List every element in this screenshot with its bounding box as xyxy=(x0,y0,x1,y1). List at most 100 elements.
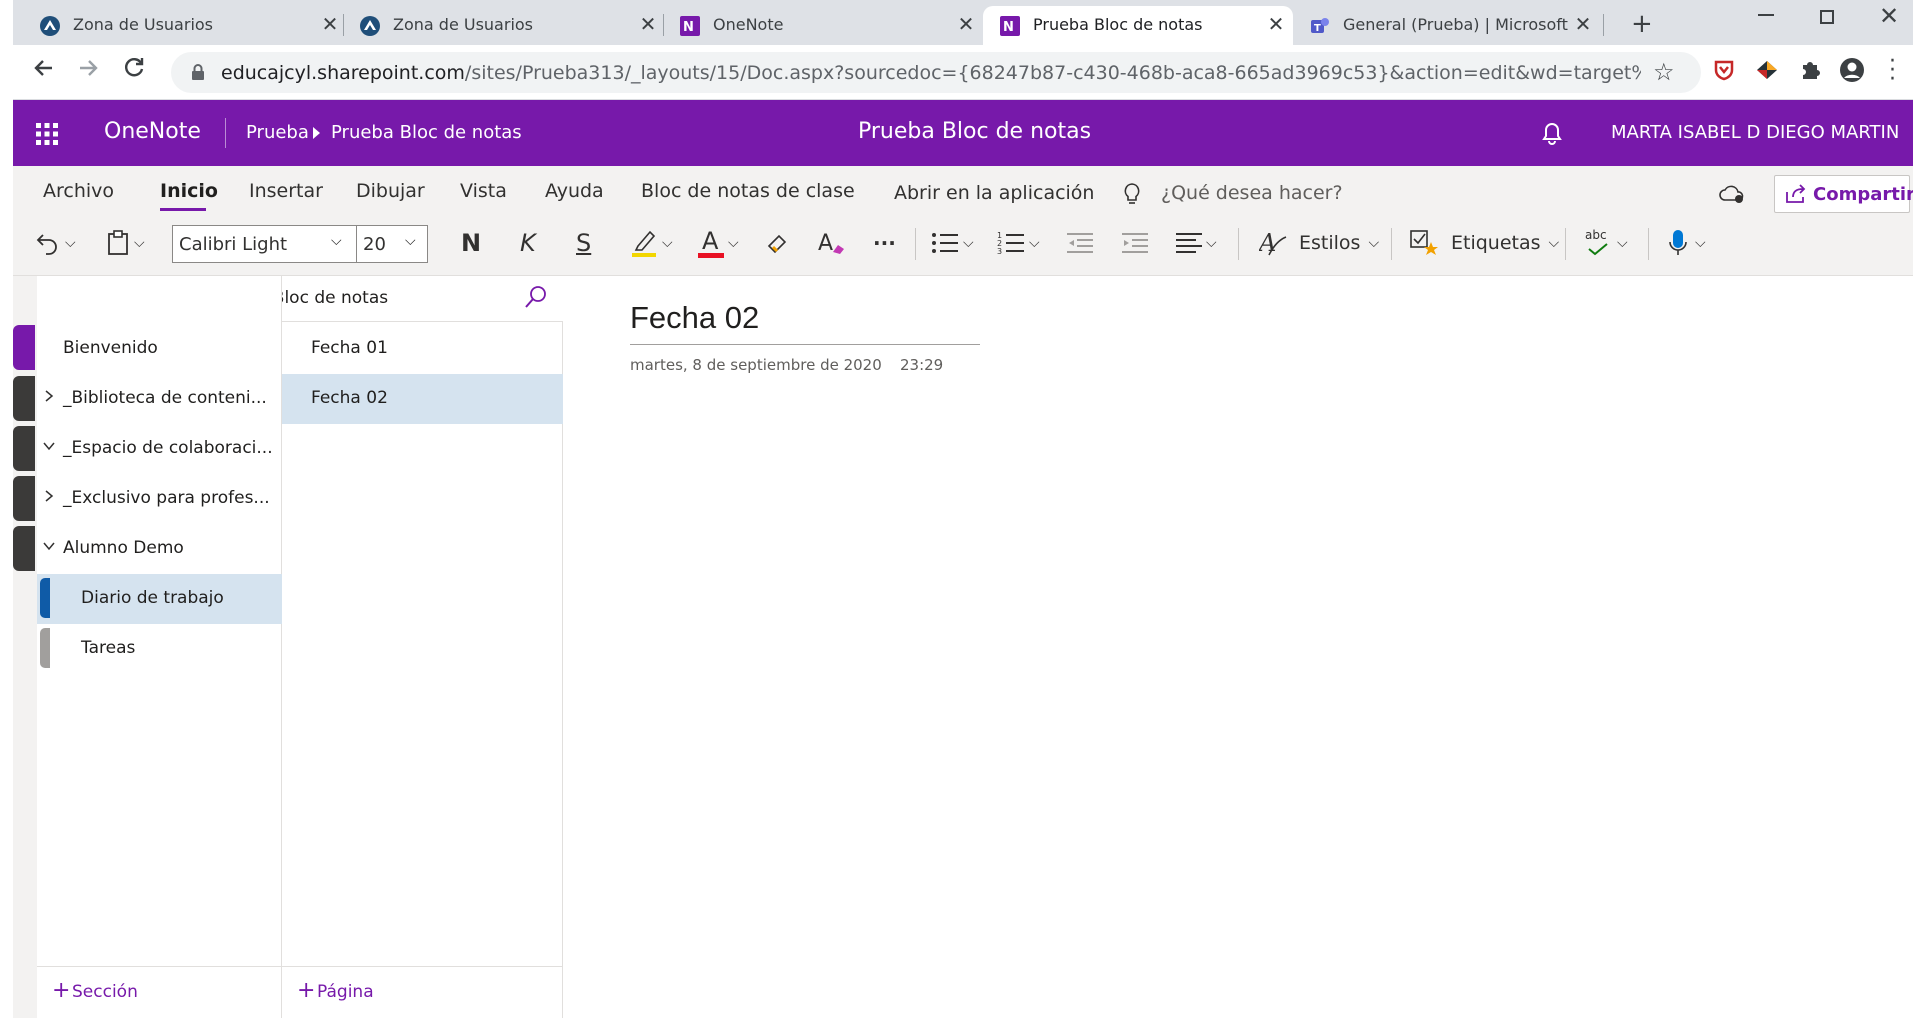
add-page-label: Página xyxy=(317,982,374,1002)
notebook-tab[interactable] xyxy=(13,476,35,521)
tab-insertar[interactable]: Insertar xyxy=(249,180,323,202)
breadcrumb-current[interactable]: Prueba Bloc de notas xyxy=(331,122,522,143)
bullet-list-button[interactable]: ⌵ xyxy=(931,222,974,264)
font-color-swatch xyxy=(698,253,724,258)
dictate-button[interactable]: ⌵ xyxy=(1667,222,1706,264)
browser-tab[interactable]: Zona de Usuarios ✕ xyxy=(343,6,663,45)
page-title[interactable]: Fecha 02 xyxy=(630,300,759,336)
breadcrumb-root[interactable]: Prueba xyxy=(246,122,309,143)
url-text[interactable]: educajcyl.sharepoint.com/sites/Prueba313… xyxy=(221,62,1641,84)
close-icon[interactable]: ✕ xyxy=(1266,14,1286,34)
more-options-button[interactable]: ··· xyxy=(873,222,896,264)
minimize-icon[interactable] xyxy=(1758,14,1774,16)
section-item-tareas[interactable]: Tareas xyxy=(37,624,282,674)
browser-tab[interactable]: Zona de Usuarios ✕ xyxy=(23,6,343,45)
increase-indent-icon[interactable] xyxy=(1122,222,1148,264)
close-icon[interactable]: ✕ xyxy=(1573,14,1593,34)
spelling-button[interactable]: abc ⌵ xyxy=(1585,222,1628,264)
close-icon[interactable]: ✕ xyxy=(320,14,340,34)
chevron-down-icon[interactable] xyxy=(42,439,56,453)
decrease-indent-icon[interactable] xyxy=(1067,222,1093,264)
chevron-down-icon: ⌵ xyxy=(65,235,76,251)
extensions-puzzle-icon[interactable] xyxy=(1799,59,1821,81)
notifications-bell-icon[interactable] xyxy=(1540,120,1564,146)
section-label: _Espacio de colaboraci... xyxy=(63,438,273,458)
close-icon[interactable]: ✕ xyxy=(956,14,976,34)
strikethrough-button[interactable]: S xyxy=(576,222,591,264)
app-launcher-icon[interactable] xyxy=(35,122,59,146)
spelling-label: abc xyxy=(1585,228,1607,242)
omnibox[interactable]: educajcyl.sharepoint.com/sites/Prueba313… xyxy=(171,52,1701,93)
clear-formatting-icon[interactable]: A xyxy=(818,222,846,264)
new-tab-icon[interactable]: + xyxy=(1631,9,1653,39)
toolbar-divider xyxy=(1238,228,1239,260)
format-painter-icon[interactable] xyxy=(765,222,791,264)
tags-button[interactable]: Etiquetas ⌵ xyxy=(1409,222,1559,264)
notebook-tab[interactable] xyxy=(13,526,35,571)
app-header: OneNote Prueba Prueba Bloc de notas Prue… xyxy=(13,100,1913,166)
tab-inicio[interactable]: Inicio xyxy=(160,180,218,202)
star-icon[interactable]: ☆ xyxy=(1653,58,1675,86)
browser-tab[interactable]: T General (Prueba) | Microsoft Te ✕ xyxy=(1293,6,1593,45)
section-group-exclusivo[interactable]: _Exclusivo para profes... xyxy=(37,474,282,524)
font-name-select[interactable]: Calibri Light ⌵ xyxy=(172,225,357,263)
tab-dibujar[interactable]: Dibujar xyxy=(356,180,425,202)
section-item-bienvenido[interactable]: Bienvenido xyxy=(37,324,282,374)
breadcrumb-arrow-icon xyxy=(313,127,320,139)
chevron-right-icon[interactable] xyxy=(42,489,56,503)
section-group-espacio[interactable]: _Espacio de colaboraci... xyxy=(37,424,282,474)
page-item-selected[interactable]: Fecha 02 xyxy=(282,374,563,424)
tab-vista[interactable]: Vista xyxy=(460,180,507,202)
notebook-color-strip xyxy=(13,276,37,1018)
url-domain: educajcyl.sharepoint.com xyxy=(221,62,465,84)
font-color-button[interactable]: A ⌵ xyxy=(698,222,739,264)
highlight-button[interactable]: ⌵ xyxy=(630,222,673,264)
lock-icon[interactable] xyxy=(191,64,205,81)
toolbar-divider xyxy=(915,228,916,260)
close-icon[interactable]: ✕ xyxy=(638,14,658,34)
italic-button[interactable]: K xyxy=(520,222,536,264)
section-label: _Biblioteca de conteni... xyxy=(63,388,267,408)
user-name[interactable]: MARTA ISABEL D DIEGO MARTIN xyxy=(1611,122,1899,143)
tab-bloc-de-notas-de-clase[interactable]: Bloc de notas de clase xyxy=(641,180,855,202)
bold-button[interactable]: N xyxy=(461,222,481,264)
window-close-icon[interactable]: ✕ xyxy=(1879,2,1899,30)
notebook-tab[interactable] xyxy=(13,376,35,421)
section-item-diario[interactable]: Diario de trabajo xyxy=(37,574,282,624)
chevron-down-icon[interactable] xyxy=(42,539,56,553)
reload-icon[interactable] xyxy=(121,55,147,81)
notebook-tab-active[interactable] xyxy=(13,325,35,370)
undo-button[interactable]: ⌵ xyxy=(35,222,76,264)
tell-me-search[interactable]: ¿Qué desea hacer? xyxy=(1161,182,1343,204)
browser-menu-icon[interactable]: · · · xyxy=(1889,51,1896,91)
add-page-button[interactable]: + Página xyxy=(282,966,562,1018)
tab-archivo[interactable]: Archivo xyxy=(43,180,114,202)
section-group-alumno-demo[interactable]: Alumno Demo xyxy=(37,524,282,574)
open-in-app-button[interactable]: Abrir en la aplicación xyxy=(894,182,1094,204)
numbered-list-button[interactable]: 123 ⌵ xyxy=(997,222,1040,264)
page-item[interactable]: Fecha 01 xyxy=(282,324,563,374)
browser-tab-active[interactable]: N Prueba Bloc de notas ✕ xyxy=(983,6,1293,45)
paragraph-align-button[interactable]: ⌵ xyxy=(1176,222,1217,264)
page-canvas[interactable]: Fecha 02 martes, 8 de septiembre de 2020… xyxy=(563,276,1913,1018)
paste-button[interactable]: ⌵ xyxy=(106,222,145,264)
browser-tab[interactable]: N OneNote ✕ xyxy=(663,6,983,45)
svg-text:A: A xyxy=(1259,229,1276,257)
forward-icon[interactable] xyxy=(75,55,101,81)
share-button[interactable]: Compartir xyxy=(1774,175,1913,213)
chevron-right-icon[interactable] xyxy=(42,389,56,403)
font-size-select[interactable]: 20 ⌵ xyxy=(356,225,428,263)
styles-button[interactable]: A Estilos ⌵ xyxy=(1259,222,1379,264)
add-section-button[interactable]: + Sección xyxy=(37,966,281,1018)
notebook-tab[interactable] xyxy=(13,426,35,471)
extension-shield-icon[interactable] xyxy=(1713,59,1735,81)
profile-icon[interactable] xyxy=(1839,57,1865,83)
restore-icon[interactable] xyxy=(1820,10,1834,24)
extension-bird-icon[interactable] xyxy=(1755,58,1779,82)
back-icon[interactable] xyxy=(31,55,57,81)
search-icon[interactable] xyxy=(523,284,549,310)
section-group-biblioteca[interactable]: _Biblioteca de conteni... xyxy=(37,374,282,424)
tab-ayuda[interactable]: Ayuda xyxy=(545,180,604,202)
app-name[interactable]: OneNote xyxy=(104,119,201,144)
cloud-sync-icon[interactable] xyxy=(1718,183,1746,205)
